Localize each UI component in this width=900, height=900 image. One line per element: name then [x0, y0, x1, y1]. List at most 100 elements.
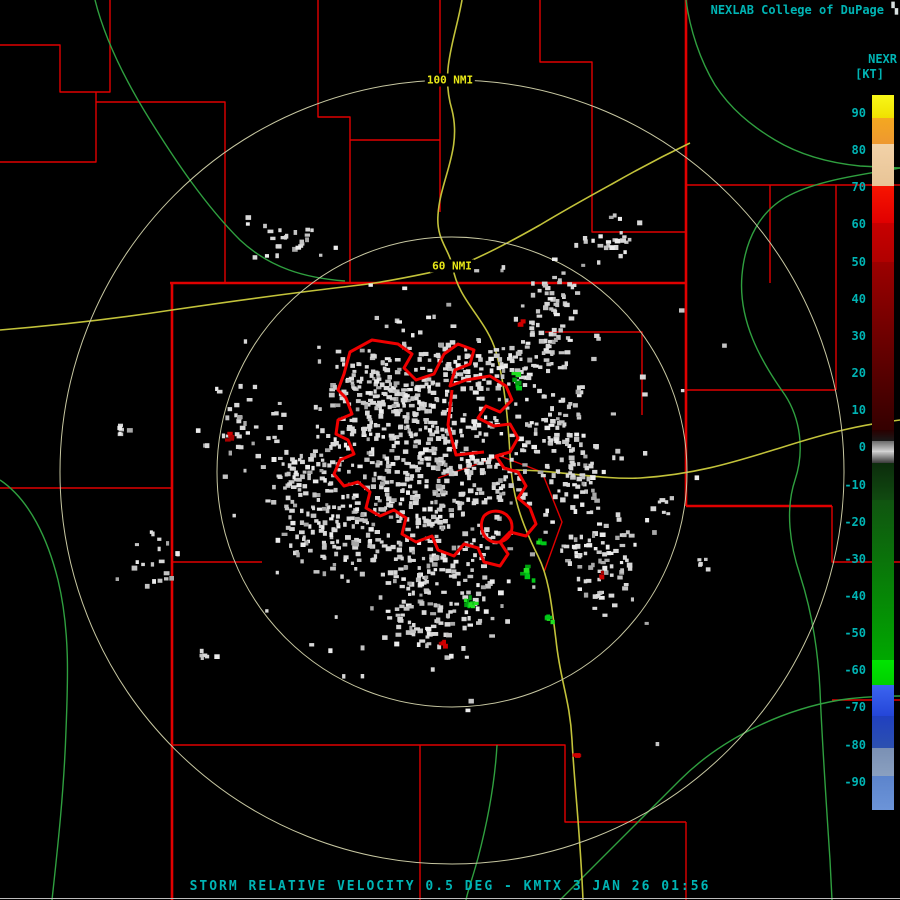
echo-pixel	[334, 551, 339, 557]
echo-pixel	[588, 463, 594, 469]
echo-pixel	[705, 567, 711, 572]
echo-pixel	[228, 436, 234, 441]
echo-pixel	[513, 316, 518, 322]
echo-pixel	[309, 643, 315, 647]
echo-pixel	[445, 613, 450, 618]
echo-pixel	[435, 484, 442, 489]
echo-pixel	[383, 392, 388, 397]
cod-logo-icon: ▚	[891, 2, 898, 15]
echo-pixel	[375, 432, 381, 438]
echo-pixel	[398, 408, 403, 412]
echo-pixel	[234, 402, 240, 408]
highway-green-line	[0, 479, 69, 900]
echo-pixel	[481, 564, 487, 569]
echo-pixel	[531, 281, 535, 286]
echo-pixel	[540, 474, 546, 478]
echo-pixel	[405, 630, 411, 635]
echo-pixel	[369, 461, 375, 465]
echo-pixel	[541, 418, 548, 422]
echo-pixel	[373, 471, 377, 477]
echo-pixel	[694, 475, 700, 481]
echo-pixel	[308, 457, 314, 462]
echo-pixel	[380, 361, 385, 366]
echo-pixel	[426, 626, 432, 632]
units-label: [KT]	[855, 67, 884, 81]
echo-pixel	[460, 417, 466, 423]
echo-pixel	[451, 429, 456, 435]
echo-pixel	[568, 464, 573, 470]
echo-pixel	[310, 529, 315, 535]
echo-pixel	[619, 231, 623, 235]
product-caption: STORM RELATIVE VELOCITY 0.5 DEG - KMTX 3…	[189, 879, 711, 894]
echo-pixel	[271, 500, 277, 505]
echo-pixel	[529, 552, 535, 557]
echo-pixel	[573, 494, 579, 499]
echo-pixel	[623, 250, 627, 255]
echo-pixel	[359, 571, 365, 577]
echo-pixel	[390, 462, 396, 466]
echo-pixel	[399, 584, 405, 589]
echo-pixel	[509, 457, 514, 462]
echo-pixel	[332, 544, 337, 549]
echo-pixel	[506, 579, 511, 584]
echo-pixel	[515, 380, 522, 386]
echo-pixel	[519, 357, 523, 361]
echo-pixel	[166, 541, 170, 546]
echo-pixel	[500, 374, 505, 379]
echo-pixel	[374, 315, 379, 320]
echo-pixel	[300, 459, 305, 465]
echo-pixel	[548, 412, 552, 417]
echo-pixel	[380, 481, 386, 486]
echo-pixel	[355, 407, 360, 412]
echo-pixel	[319, 453, 324, 457]
echo-pixel	[557, 280, 562, 285]
echo-pixel	[498, 590, 504, 596]
echo-pixel	[322, 556, 327, 560]
echo-pixel	[566, 482, 570, 487]
echo-pixel	[478, 372, 483, 377]
echo-pixel	[316, 434, 320, 439]
echo-pixel	[351, 496, 356, 500]
echo-pixel	[364, 457, 370, 462]
echo-pixel	[482, 575, 488, 580]
echo-pixel	[552, 494, 558, 500]
colorbar-segment	[872, 776, 894, 810]
echo-pixel	[461, 492, 465, 496]
echo-pixel	[613, 548, 619, 553]
echo-pixel	[401, 577, 406, 581]
echo-pixel	[387, 387, 393, 392]
echo-pixel	[444, 655, 449, 660]
echo-pixel	[554, 438, 559, 443]
echo-pixel	[605, 544, 610, 550]
echo-pixel	[415, 517, 421, 523]
echo-pixel	[607, 551, 614, 555]
echo-pixel	[311, 465, 315, 471]
echo-pixel	[412, 411, 416, 416]
colorbar-tick-label: -60	[844, 663, 866, 678]
echo-pixel	[325, 448, 331, 453]
echo-pixel	[576, 385, 581, 390]
echo-pixel	[370, 484, 376, 489]
echo-pixel	[333, 384, 337, 390]
echo-pixel	[277, 401, 282, 405]
echo-pixel	[484, 415, 488, 420]
echo-pixel	[488, 356, 494, 361]
echo-pixel	[381, 427, 387, 431]
echo-pixel	[620, 238, 626, 243]
echo-pixel	[436, 507, 441, 512]
echo-pixel	[456, 581, 461, 586]
echo-pixel	[410, 381, 414, 387]
echo-pixel	[328, 648, 333, 654]
echo-pixel	[479, 544, 483, 548]
echo-pixel	[438, 342, 444, 348]
echo-pixel	[473, 362, 478, 366]
echo-pixel	[443, 378, 449, 383]
echo-pixel	[347, 469, 351, 474]
echo-pixel	[602, 613, 608, 617]
echo-pixel	[404, 461, 410, 465]
echo-pixel	[394, 358, 401, 362]
echo-pixel	[461, 646, 466, 651]
echo-pixel	[175, 551, 180, 556]
echo-pixel	[579, 442, 583, 448]
echo-pixel	[409, 546, 415, 551]
